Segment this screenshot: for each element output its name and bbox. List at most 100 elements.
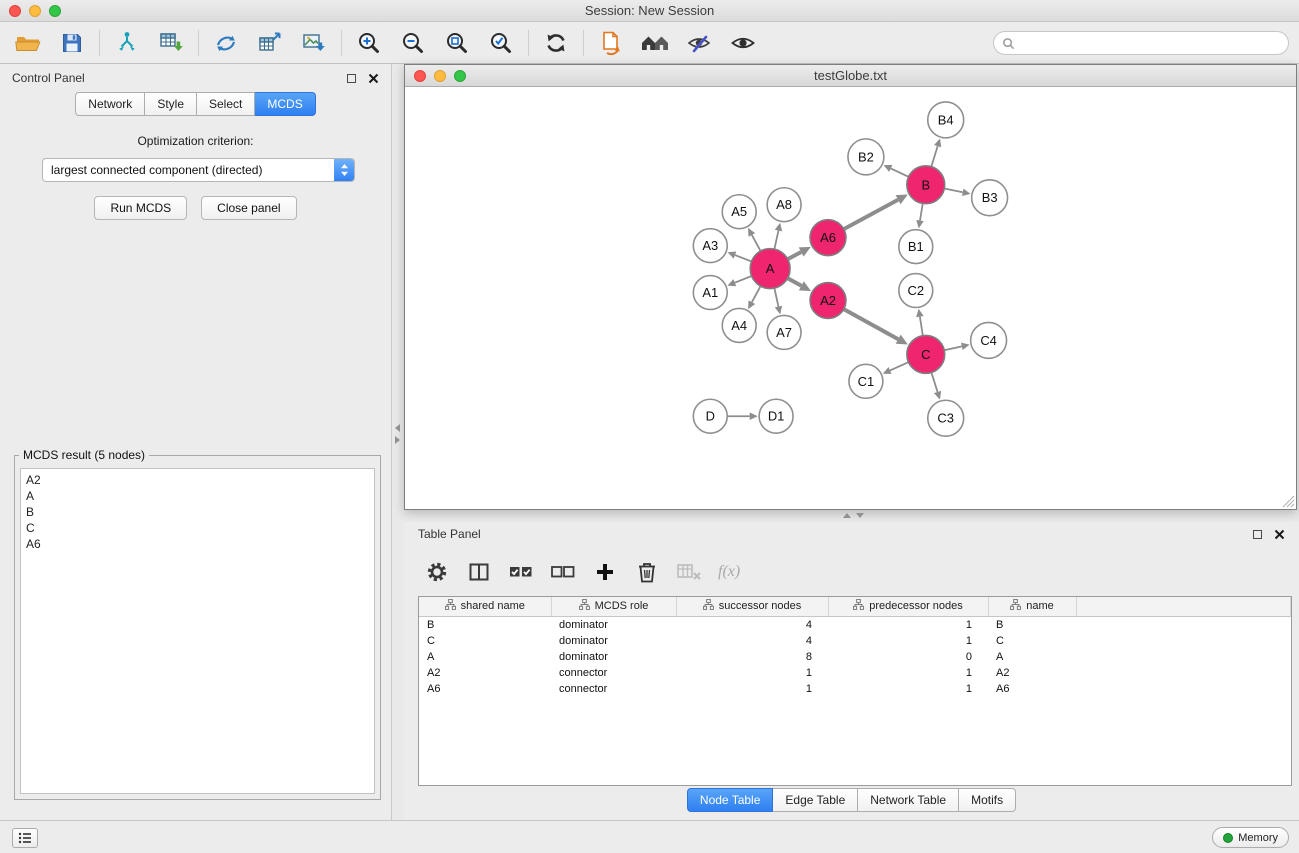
export-table-icon: [257, 30, 283, 56]
export-image-icon: [301, 30, 327, 56]
delete-table-button[interactable]: [672, 555, 706, 589]
graph-node-label: A: [766, 261, 775, 276]
zoom-fit-button[interactable]: [435, 25, 479, 61]
column-header-name[interactable]: name: [988, 597, 1076, 616]
tab-style[interactable]: Style: [145, 92, 197, 116]
graph-node-label: A7: [776, 325, 792, 340]
open-document-button[interactable]: [589, 25, 633, 61]
graph-edge-A2-C[interactable]: [844, 309, 899, 339]
import-network-button[interactable]: [105, 25, 149, 61]
show-columns-button[interactable]: [462, 555, 496, 589]
float-table-panel-icon[interactable]: [1253, 530, 1262, 539]
save-session-button[interactable]: [50, 25, 94, 61]
network-window-title: testGlobe.txt: [814, 68, 887, 83]
close-table-panel-icon[interactable]: [1274, 529, 1285, 540]
column-header-predecessor-nodes[interactable]: predecessor nodes: [828, 597, 988, 616]
graph-edge-A-A2[interactable]: [788, 278, 802, 286]
tab-motifs[interactable]: Motifs: [959, 788, 1016, 812]
graph-edge-A-A1[interactable]: [735, 276, 752, 283]
graph-edge-A-A3[interactable]: [735, 255, 752, 261]
tab-select[interactable]: Select: [197, 92, 255, 116]
table-row[interactable]: Cdominator41C: [419, 633, 1291, 649]
home-view-button[interactable]: [633, 25, 677, 61]
mcds-result-item[interactable]: B: [26, 504, 369, 520]
table-row[interactable]: Bdominator41B: [419, 616, 1291, 633]
export-image-button[interactable]: [292, 25, 336, 61]
search-field[interactable]: [993, 31, 1289, 55]
network-zoom-button[interactable]: [454, 70, 466, 82]
trash-icon: [636, 560, 658, 584]
network-window-titlebar[interactable]: testGlobe.txt: [405, 65, 1296, 87]
task-history-button[interactable]: [12, 828, 38, 848]
run-mcds-button[interactable]: Run MCDS: [94, 196, 187, 220]
graph-edge-B-B3[interactable]: [944, 189, 962, 193]
tab-network-table[interactable]: Network Table: [858, 788, 959, 812]
show-graphics-button[interactable]: [721, 25, 765, 61]
resize-grip-icon[interactable]: [1282, 495, 1295, 508]
refresh-view-button[interactable]: [534, 25, 578, 61]
network-close-button[interactable]: [414, 70, 426, 82]
columns-icon: [467, 560, 491, 584]
table-row[interactable]: A2connector11A2: [419, 665, 1291, 681]
column-tree-icon: [445, 599, 456, 613]
deselect-all-button[interactable]: [546, 555, 580, 589]
mcds-result-item[interactable]: A: [26, 488, 369, 504]
export-network-button[interactable]: [204, 25, 248, 61]
float-panel-icon[interactable]: [347, 74, 356, 83]
graph-edge-C-C1[interactable]: [890, 362, 908, 370]
open-session-button[interactable]: [6, 25, 50, 61]
mcds-result-list[interactable]: A2ABCA6: [20, 468, 375, 794]
delete-rows-button[interactable]: [630, 555, 664, 589]
table-row[interactable]: Adominator80A: [419, 649, 1291, 665]
column-header-mcds-role[interactable]: MCDS role: [551, 597, 676, 616]
table-settings-button[interactable]: [420, 555, 454, 589]
add-row-button[interactable]: [588, 555, 622, 589]
validate-view-button[interactable]: [677, 25, 721, 61]
graph-edge-A-A8[interactable]: [774, 231, 778, 250]
graph-edge-B-B1[interactable]: [920, 203, 923, 220]
graph-edge-A-A4[interactable]: [752, 286, 761, 302]
mcds-result-item[interactable]: A6: [26, 536, 369, 552]
column-header-successor-nodes[interactable]: successor nodes: [676, 597, 828, 616]
graph-edge-arrowhead: [750, 412, 758, 420]
close-panel-button[interactable]: Close panel: [201, 196, 296, 220]
close-window-button[interactable]: [9, 5, 21, 17]
tab-edge-table[interactable]: Edge Table: [773, 788, 858, 812]
column-header-shared-name[interactable]: shared name: [419, 597, 551, 616]
mcds-result-item[interactable]: A2: [26, 472, 369, 488]
search-input[interactable]: [1020, 36, 1280, 50]
vertical-splitter-handle[interactable]: [395, 424, 403, 444]
table-row[interactable]: A6connector11A6: [419, 681, 1291, 697]
graph-edge-A-A6[interactable]: [788, 252, 801, 259]
graph-edge-B-B2[interactable]: [891, 168, 909, 176]
close-panel-icon[interactable]: [368, 73, 379, 84]
zoom-in-button[interactable]: [347, 25, 391, 61]
zoom-out-button[interactable]: [391, 25, 435, 61]
select-all-button[interactable]: [504, 555, 538, 589]
zoom-selected-button[interactable]: [479, 25, 523, 61]
network-canvas[interactable]: B4B2BB3A8A5A6A3B1AC2A1A2A4A7C4CC1DD1C3: [405, 88, 1296, 509]
function-builder-button[interactable]: f(x): [718, 563, 740, 581]
tab-network[interactable]: Network: [75, 92, 145, 116]
zoom-selected-icon: [488, 30, 514, 56]
network-minimize-button[interactable]: [434, 70, 446, 82]
graph-edge-A6-B[interactable]: [844, 200, 898, 229]
graph-edge-A-A7[interactable]: [774, 288, 778, 307]
horizontal-splitter-handle[interactable]: [843, 513, 864, 518]
zoom-window-button[interactable]: [49, 5, 61, 17]
criterion-dropdown[interactable]: largest connected component (directed): [42, 158, 355, 182]
graph-edge-B-B4[interactable]: [931, 146, 937, 167]
export-table-button[interactable]: [248, 25, 292, 61]
import-table-button[interactable]: [149, 25, 193, 61]
graph-node-label: B2: [858, 149, 874, 164]
memory-button[interactable]: Memory: [1212, 827, 1289, 848]
tab-node-table[interactable]: Node Table: [687, 788, 774, 812]
tab-mcds[interactable]: MCDS: [255, 92, 315, 116]
graph-edge-C-C2[interactable]: [920, 317, 923, 336]
graph-edge-C-C4[interactable]: [944, 346, 962, 350]
mcds-result-item[interactable]: C: [26, 520, 369, 536]
graph-edge-A-A5[interactable]: [752, 235, 761, 251]
column-tree-icon: [853, 599, 864, 613]
minimize-window-button[interactable]: [29, 5, 41, 17]
graph-edge-C-C3[interactable]: [931, 372, 937, 392]
